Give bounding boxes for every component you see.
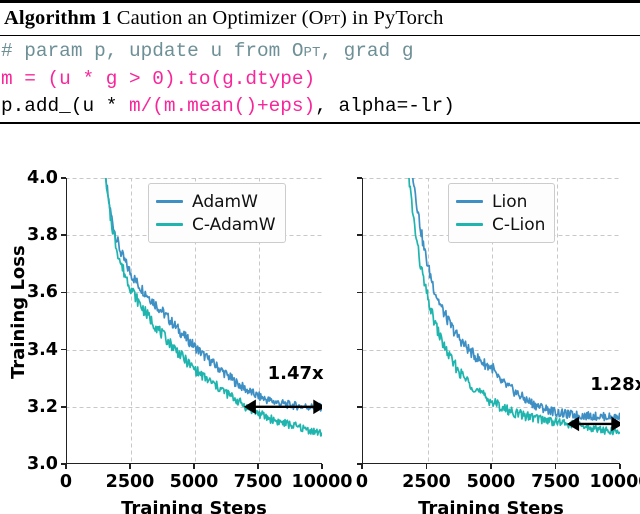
y-tick-mark — [357, 291, 362, 294]
legend-item[interactable]: C-Lion — [456, 213, 545, 236]
x-tick-mark — [490, 464, 492, 469]
algorithm-title: Algorithm 1 Caution an Optimizer (Opt) i… — [0, 3, 640, 35]
y-tick-mark — [61, 234, 66, 236]
x-tick-mark — [129, 464, 131, 469]
code-line: p.add_(u * m/(m.mean()+eps), alpha=-lr) — [1, 93, 640, 121]
x-axis-title: Training Steps — [418, 498, 564, 514]
legend-swatch — [456, 222, 483, 227]
y-tick-mark — [357, 234, 362, 236]
chart-panel-left: 1.47x 3.0 3.2 3.4 3.6 3.8 4.0 0 2500 5000 7500 1000… — [0, 160, 352, 514]
x-tick-mark — [193, 464, 195, 469]
y-tick-mark — [357, 348, 362, 351]
x-tick-label: 10000 — [589, 472, 640, 492]
code-segment: , alpha=-lr) — [315, 95, 455, 117]
legend-item[interactable]: AdamW — [156, 190, 276, 213]
y-tick-label: 3.0 — [26, 454, 58, 474]
legend-item[interactable]: Lion — [456, 190, 545, 213]
legend-label: Lion — [492, 191, 528, 212]
algorithm-block: Algorithm 1 Caution an Optimizer (Opt) i… — [0, 0, 640, 124]
legend-swatch — [456, 199, 483, 204]
y-tick-label: 4.0 — [26, 168, 58, 188]
code-segment: m = (u * g > 0).to(g.dtype) — [1, 67, 316, 90]
y-tick-mark — [357, 406, 362, 408]
chart-legend: AdamW C-AdamW — [148, 183, 286, 243]
code-segment: p.add_(u * — [1, 95, 129, 117]
y-tick-mark — [61, 348, 66, 351]
x-tick-mark — [425, 464, 428, 469]
x-tick-mark — [361, 464, 363, 469]
code-segment: , grad g — [320, 40, 414, 62]
y-tick-mark — [61, 406, 66, 408]
algorithm-title-smallcaps: Opt — [308, 7, 341, 29]
legend-label: C-AdamW — [192, 214, 276, 235]
code-segment: Opt — [291, 40, 321, 62]
screenshot-root: Algorithm 1 Caution an Optimizer (Opt) i… — [0, 0, 640, 514]
x-tick-mark — [65, 464, 67, 469]
code-segment: m/(m.mean()+eps) — [129, 95, 316, 117]
legend-label: AdamW — [192, 191, 258, 212]
y-tick-mark — [61, 177, 66, 179]
legend-swatch — [156, 199, 183, 204]
legend-label: C-Lion — [492, 214, 546, 235]
legend-swatch — [156, 222, 183, 227]
algorithm-code: # param p, update u from Opt, grad gm = … — [0, 36, 640, 122]
x-tick-mark — [554, 464, 557, 469]
y-tick-label: 3.8 — [26, 225, 58, 246]
code-line: # param p, update u from Opt, grad g — [1, 38, 640, 66]
x-tick-mark — [619, 464, 621, 469]
chart-legend: Lion C-Lion — [448, 183, 556, 243]
annotation-label: 1.28x — [590, 373, 640, 395]
y-tick-label: 3.2 — [26, 396, 58, 417]
x-tick-mark — [257, 464, 259, 469]
code-line: m = (u * g > 0).to(g.dtype) — [1, 66, 640, 94]
y-tick-mark — [61, 291, 66, 294]
algorithm-title-tail: ) in PyTorch — [340, 7, 444, 29]
algorithm-label: Algorithm 1 — [4, 7, 112, 29]
chart-panel-right: 1.28x025005000750010000Training StepsLio… — [310, 160, 640, 514]
legend-item[interactable]: C-AdamW — [156, 213, 276, 236]
y-tick-mark — [357, 177, 362, 179]
x-axis-title: Training Steps — [121, 498, 267, 514]
y-axis-title: Training Loss — [8, 245, 29, 379]
algorithm-rule-bottom — [0, 121, 640, 124]
code-segment: # param p, update u from — [1, 40, 292, 62]
algorithm-title-text: Caution an Optimizer ( — [111, 7, 309, 29]
charts-container: 1.47x 3.0 3.2 3.4 3.6 3.8 4.0 0 2500 5000 7500 1000… — [0, 160, 640, 514]
